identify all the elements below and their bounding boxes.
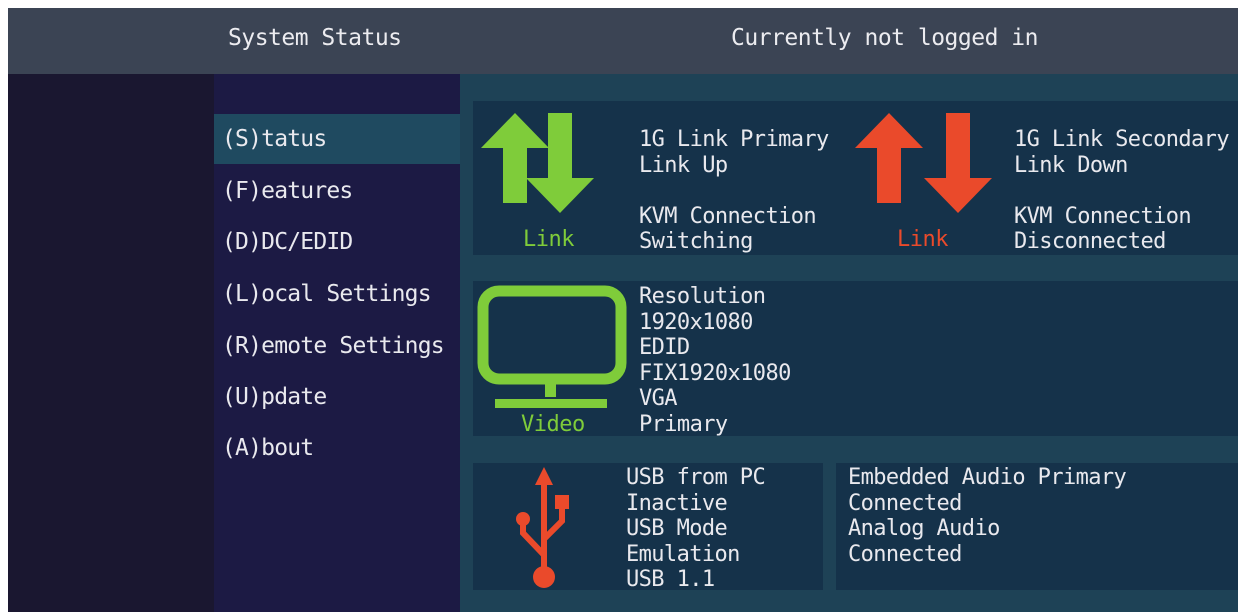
link-secondary-status: 1G Link Secondary Link Down KVM Connecti…	[1014, 127, 1230, 255]
link-primary-name: 1G Link Primary	[639, 127, 829, 152]
kvm-status-screen: System Status Currently not logged in (S…	[8, 8, 1238, 612]
usb-icon	[516, 467, 569, 588]
resolution-label: Resolution	[639, 284, 766, 309]
usb-source-state: Inactive	[626, 490, 728, 516]
video-link: Primary	[639, 411, 728, 437]
side-menu: (S)tatus (F)eatures (D)DC/EDID (L)ocal S…	[214, 74, 460, 612]
menu-item-about[interactable]: (A)bout	[214, 423, 460, 473]
menu-item-features[interactable]: (F)eatures	[214, 166, 460, 216]
link-primary-status: 1G Link Primary Link Up KVM Connection S…	[639, 127, 829, 255]
edid-label: EDID	[639, 335, 690, 360]
menu-item-remote-settings[interactable]: (R)emote Settings	[214, 321, 460, 371]
kvm-primary-state: Switching	[639, 229, 753, 254]
embedded-audio-label: Embedded Audio Primary	[848, 465, 1127, 490]
link-panel: Link 1G Link Primary Link Up KVM Connect…	[473, 101, 1238, 255]
video-input-type: VGA	[639, 386, 678, 411]
video-status: Resolution 1920x1080 EDID FIX1920x1080 V…	[639, 284, 791, 437]
usb-mode-value: Emulation	[626, 541, 740, 567]
analog-audio-label: Analog Audio	[848, 516, 1000, 541]
video-panel: Video Resolution 1920x1080 EDID FIX1920x…	[473, 281, 1238, 437]
video-caption: Video	[521, 412, 585, 437]
menu-item-local-settings[interactable]: (L)ocal Settings	[214, 269, 460, 319]
analog-audio-state: Connected	[848, 541, 962, 567]
link-secondary-name: 1G Link Secondary	[1014, 127, 1230, 152]
menu-item-status[interactable]: (S)tatus	[214, 114, 460, 164]
kvm-primary-label: KVM Connection	[639, 203, 817, 229]
link-primary-caption: Link	[523, 227, 574, 252]
usb-mode-label: USB Mode	[626, 516, 728, 541]
monitor-icon	[477, 285, 627, 408]
left-margin	[8, 74, 214, 612]
embedded-audio-state: Connected	[848, 490, 962, 516]
usb-version: USB 1.1	[626, 567, 715, 592]
usb-panel: USB from PC Inactive USB Mode Emulation …	[473, 463, 823, 593]
menu-item-ddc-edid[interactable]: (D)DC/EDID	[214, 217, 460, 267]
edid-value: FIX1920x1080	[639, 360, 791, 386]
link-secondary-caption: Link	[897, 227, 948, 252]
login-status: Currently not logged in	[731, 25, 1039, 51]
kvm-secondary-label: KVM Connection	[1014, 203, 1192, 229]
link-primary-state: Link Up	[639, 152, 728, 178]
audio-panel: Embedded Audio Primary Connected Analog …	[836, 463, 1238, 590]
audio-status: Embedded Audio Primary Connected Analog …	[848, 465, 1127, 567]
link-secondary-state: Link Down	[1014, 152, 1128, 178]
status-content: Link 1G Link Primary Link Up KVM Connect…	[460, 74, 1238, 612]
kvm-secondary-state: Disconnected	[1014, 229, 1166, 254]
page-title: System Status	[228, 25, 402, 51]
top-bar: System Status Currently not logged in	[8, 8, 1238, 74]
resolution-value: 1920x1080	[639, 309, 753, 335]
link-down-arrows-icon	[855, 113, 992, 213]
menu-item-update[interactable]: (U)pdate	[214, 372, 460, 422]
usb-source-label: USB from PC	[626, 465, 766, 490]
link-up-arrows-icon	[481, 113, 594, 213]
usb-status: USB from PC Inactive USB Mode Emulation …	[626, 465, 766, 593]
